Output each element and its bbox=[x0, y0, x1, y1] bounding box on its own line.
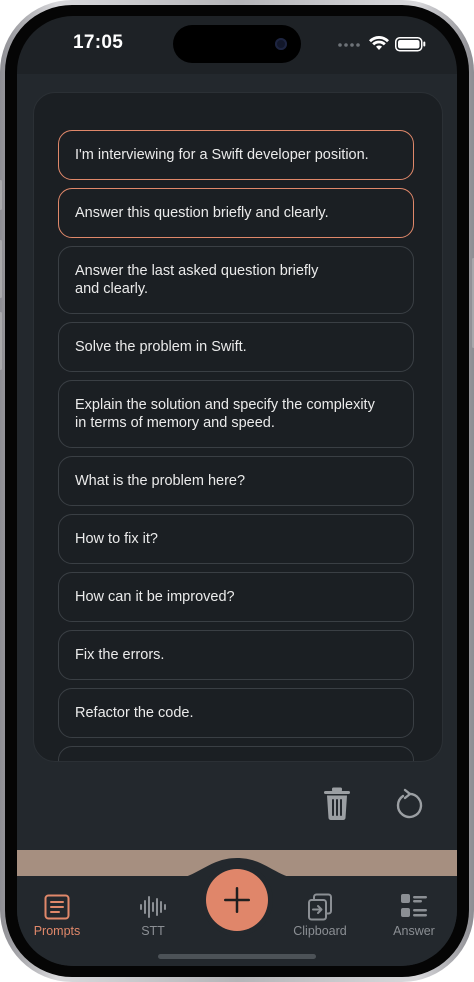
add-prompt-button[interactable] bbox=[206, 869, 268, 931]
battery-icon bbox=[395, 37, 426, 52]
tab-prompts[interactable]: Prompts bbox=[17, 892, 97, 938]
tab-label: Prompts bbox=[33, 924, 81, 938]
volume-down-button bbox=[0, 312, 2, 370]
tab-label: Answer bbox=[393, 924, 435, 938]
prompt-item[interactable]: Explain the solution and specify the com… bbox=[58, 380, 414, 448]
cellular-signal-icon bbox=[338, 43, 360, 47]
trash-icon bbox=[324, 787, 350, 821]
tab-answer[interactable]: Answer bbox=[374, 892, 454, 938]
tab-label: STT bbox=[141, 924, 165, 938]
prompt-item[interactable]: Fix the errors. bbox=[58, 630, 414, 680]
prompt-item[interactable]: How can it be improved? bbox=[58, 572, 414, 622]
camera-icon bbox=[275, 38, 287, 50]
prompt-text: Fix the errors. bbox=[75, 647, 165, 663]
prompt-text: What is the problem here? bbox=[75, 473, 246, 489]
reset-icon bbox=[396, 788, 423, 819]
prompt-item[interactable] bbox=[58, 746, 414, 761]
phone-bezel: 17:05 I'm interviewing for a Swift devel… bbox=[5, 5, 469, 977]
tab-stt[interactable]: STT bbox=[113, 892, 193, 938]
prompt-item[interactable]: What is the problem here? bbox=[58, 456, 414, 506]
phone-frame: 17:05 I'm interviewing for a Swift devel… bbox=[0, 0, 474, 982]
prompts-list-card[interactable]: I'm interviewing for a Swift developer p… bbox=[33, 92, 443, 762]
prompt-text: Solve the problem in Swift. bbox=[75, 339, 247, 355]
tab-label: Clipboard bbox=[293, 924, 347, 938]
screen: 17:05 I'm interviewing for a Swift devel… bbox=[17, 16, 457, 966]
tab-clipboard[interactable]: Clipboard bbox=[280, 892, 360, 938]
prompt-item[interactable]: Answer the last asked question briefly a… bbox=[58, 246, 414, 314]
volume-up-button bbox=[0, 240, 2, 298]
prompt-actions bbox=[17, 784, 457, 824]
prompt-text: Refactor the code. bbox=[75, 705, 194, 721]
prompt-item[interactable]: How to fix it? bbox=[58, 514, 414, 564]
prompt-text: How to fix it? bbox=[75, 531, 158, 547]
action-button bbox=[0, 180, 2, 210]
prompt-item[interactable]: Answer this question briefly and clearly… bbox=[58, 188, 414, 238]
prompt-text: Answer this question briefly and clearly… bbox=[75, 205, 329, 221]
waveform-icon bbox=[140, 896, 166, 918]
answer-list-icon bbox=[401, 894, 427, 917]
status-bar: 17:05 bbox=[17, 16, 457, 76]
plus-icon bbox=[224, 887, 250, 913]
prompt-item[interactable]: Refactor the code. bbox=[58, 688, 414, 738]
prompt-text: I'm interviewing for a Swift developer p… bbox=[75, 147, 369, 163]
wifi-icon bbox=[369, 35, 389, 50]
prompt-text: How can it be improved? bbox=[75, 589, 235, 605]
delete-button[interactable] bbox=[317, 784, 357, 824]
reset-button[interactable] bbox=[389, 784, 429, 824]
prompt-item[interactable]: Solve the problem in Swift. bbox=[58, 322, 414, 372]
prompts-icon bbox=[44, 894, 70, 920]
prompts-sheet: I'm interviewing for a Swift developer p… bbox=[17, 74, 457, 854]
home-indicator[interactable] bbox=[158, 954, 316, 959]
prompt-text: Answer the last asked question briefly a… bbox=[75, 263, 319, 297]
prompt-text: Explain the solution and specify the com… bbox=[75, 397, 375, 431]
status-time: 17:05 bbox=[73, 32, 124, 53]
dynamic-island bbox=[173, 25, 301, 63]
clipboard-icon bbox=[308, 893, 332, 921]
prompt-item[interactable]: I'm interviewing for a Swift developer p… bbox=[58, 130, 414, 180]
status-icons bbox=[337, 35, 427, 52]
